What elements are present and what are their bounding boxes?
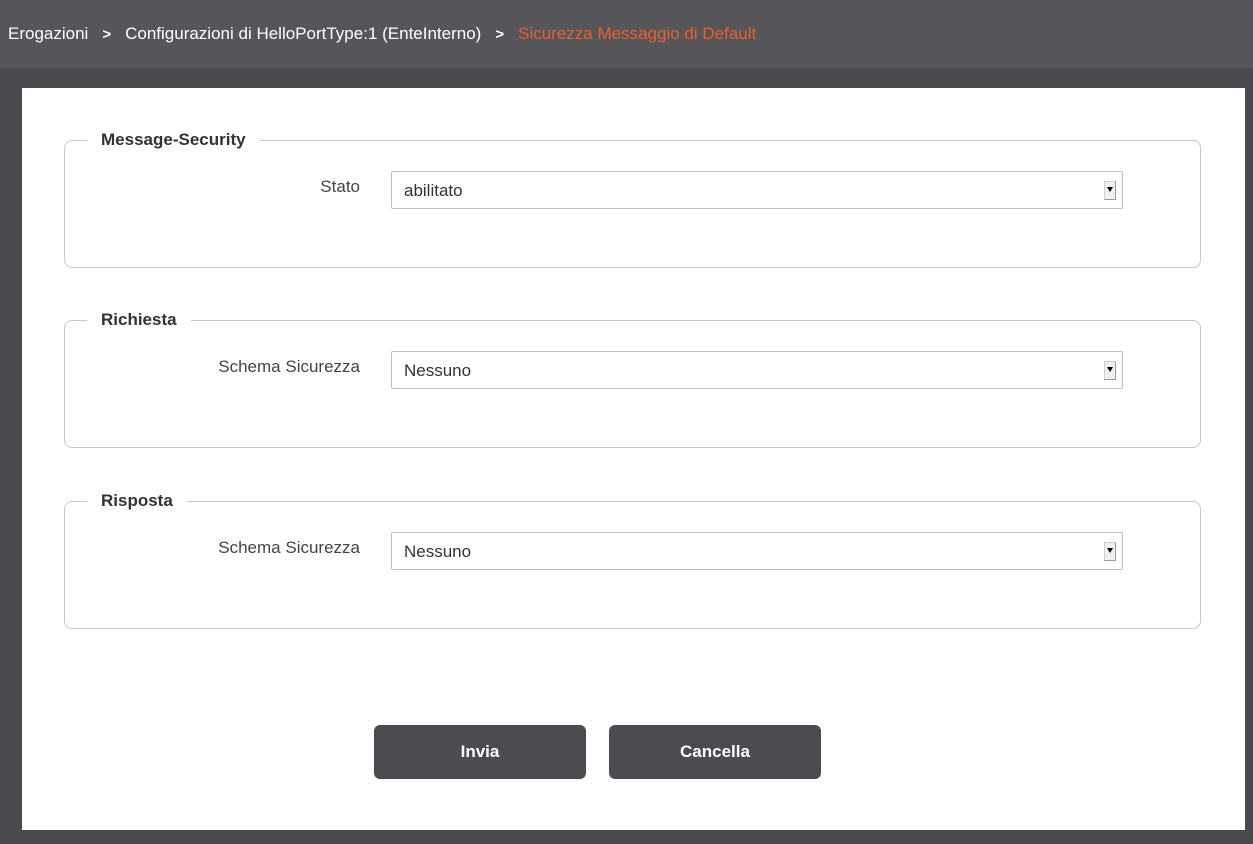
section-legend: Richiesta <box>101 310 177 329</box>
section-legend: Risposta <box>101 491 173 510</box>
dropdown-arrow-icon[interactable] <box>1104 361 1116 380</box>
chevron-right-icon: > <box>495 25 505 43</box>
richiesta-schema-select[interactable]: Nessuno <box>391 351 1123 389</box>
main-content: Message-Security Stato abilitato Richies… <box>22 88 1245 830</box>
header-bar: Erogazioni > Configurazioni di HelloPort… <box>0 0 1253 68</box>
cancella-button[interactable]: Cancella <box>609 725 821 779</box>
breadcrumb-item-erogazioni[interactable]: Erogazioni <box>8 24 88 44</box>
schema-sicurezza-label: Schema Sicurezza <box>218 538 360 557</box>
richiesta-section: Richiesta Schema Sicurezza Nessuno <box>64 310 1201 448</box>
breadcrumb: Erogazioni > Configurazioni di HelloPort… <box>8 24 756 44</box>
breadcrumb-item-current: Sicurezza Messaggio di Default <box>518 24 757 43</box>
select-value: Nessuno <box>404 361 472 380</box>
schema-sicurezza-label: Schema Sicurezza <box>218 357 360 376</box>
risposta-section: Risposta Schema Sicurezza Nessuno <box>64 491 1201 629</box>
stato-select[interactable]: abilitato <box>391 171 1123 209</box>
chevron-right-icon: > <box>102 25 112 43</box>
message-security-section: Message-Security Stato abilitato <box>64 130 1201 268</box>
dropdown-arrow-icon[interactable] <box>1104 181 1116 200</box>
risposta-schema-select[interactable]: Nessuno <box>391 532 1123 570</box>
section-legend: Message-Security <box>101 130 246 149</box>
stato-label: Stato <box>320 177 360 196</box>
dropdown-arrow-icon[interactable] <box>1104 542 1116 561</box>
breadcrumb-item-configurazioni[interactable]: Configurazioni di HelloPortType:1 (EnteI… <box>125 24 481 44</box>
select-value: abilitato <box>404 181 463 200</box>
select-value: Nessuno <box>404 542 472 561</box>
invia-button[interactable]: Invia <box>374 725 586 779</box>
app-frame: Erogazioni > Configurazioni di HelloPort… <box>0 0 1253 844</box>
